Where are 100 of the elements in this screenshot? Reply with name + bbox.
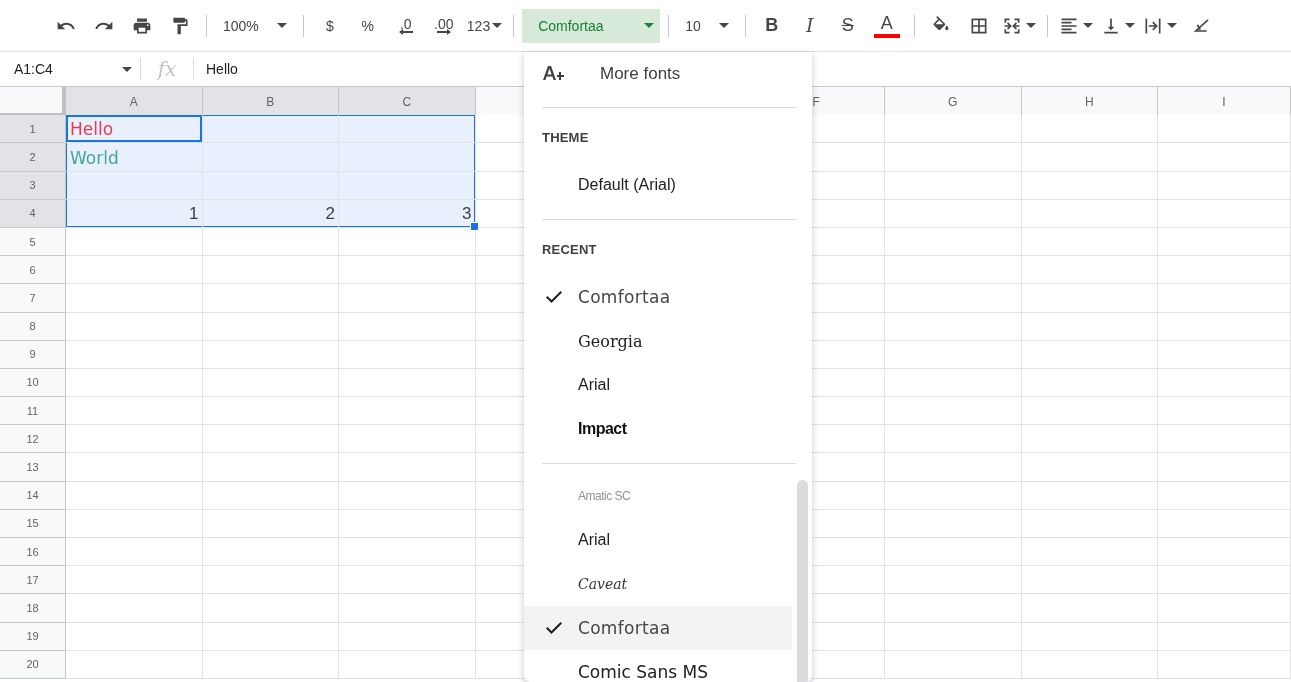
decrease-decimal-button[interactable]: .0 xyxy=(387,9,424,42)
grid-cell[interactable]: 3 xyxy=(339,199,476,228)
grid-cell[interactable] xyxy=(66,509,203,538)
grid-cell[interactable] xyxy=(1158,312,1291,341)
column-header[interactable]: B xyxy=(202,87,339,117)
grid-cell[interactable] xyxy=(1021,227,1158,257)
row-header[interactable]: 11 xyxy=(0,397,66,426)
grid-cell[interactable] xyxy=(1021,256,1158,285)
strikethrough-button[interactable]: S xyxy=(829,9,866,42)
grid-cell[interactable] xyxy=(339,594,476,623)
grid-cell[interactable] xyxy=(885,538,1022,567)
grid-cell[interactable] xyxy=(1021,284,1158,313)
row-header[interactable]: 19 xyxy=(0,622,66,651)
row-header[interactable]: 16 xyxy=(0,538,66,567)
column-header[interactable]: C xyxy=(339,87,476,117)
grid-cell[interactable] xyxy=(1158,425,1291,454)
grid-cell[interactable] xyxy=(885,312,1022,341)
column-header[interactable]: A xyxy=(66,87,203,117)
grid-cell[interactable] xyxy=(1158,368,1291,398)
row-header[interactable]: 14 xyxy=(0,481,66,510)
row-header[interactable]: 3 xyxy=(0,171,66,200)
grid-cell[interactable] xyxy=(1021,481,1158,510)
text-color-button[interactable]: A xyxy=(873,13,900,38)
grid-cell[interactable] xyxy=(1021,622,1158,651)
grid-cell[interactable] xyxy=(202,312,339,341)
grid-cell[interactable] xyxy=(66,425,203,454)
grid-cell[interactable] xyxy=(885,594,1022,623)
grid-cell[interactable] xyxy=(1021,594,1158,623)
grid-cell[interactable] xyxy=(885,256,1022,285)
grid-cell[interactable] xyxy=(885,115,1022,144)
grid-cell[interactable] xyxy=(66,650,203,679)
grid-cell[interactable] xyxy=(339,509,476,538)
name-box[interactable]: A1:C4 xyxy=(0,57,140,81)
grid-cell[interactable] xyxy=(1021,312,1158,341)
grid-cell[interactable] xyxy=(1158,171,1291,200)
grid-cell[interactable] xyxy=(202,227,339,257)
grid-cell[interactable] xyxy=(1021,538,1158,567)
row-header[interactable]: 9 xyxy=(0,340,66,369)
row-header[interactable]: 8 xyxy=(0,312,66,341)
grid-cell[interactable] xyxy=(202,509,339,538)
grid-cell[interactable] xyxy=(885,171,1022,200)
row-header[interactable]: 17 xyxy=(0,566,66,595)
format-button[interactable]: $ xyxy=(311,9,348,42)
grid-cell[interactable] xyxy=(1158,650,1291,679)
grid-cell[interactable] xyxy=(1021,397,1158,426)
row-header[interactable]: 6 xyxy=(0,256,66,285)
bold-button[interactable]: B xyxy=(753,9,790,42)
grid-cell[interactable] xyxy=(66,340,203,369)
row-header[interactable]: 18 xyxy=(0,594,66,623)
grid-cell[interactable] xyxy=(66,312,203,341)
grid-cell[interactable] xyxy=(66,397,203,426)
grid-cell[interactable] xyxy=(1158,227,1291,257)
grid-cell[interactable] xyxy=(202,622,339,651)
grid-cell[interactable] xyxy=(66,481,203,510)
grid-cell[interactable] xyxy=(885,340,1022,369)
row-header[interactable]: 15 xyxy=(0,509,66,538)
grid-cell[interactable] xyxy=(339,397,476,426)
grid-cell[interactable] xyxy=(1158,566,1291,595)
grid-cell[interactable] xyxy=(202,397,339,426)
grid-cell[interactable] xyxy=(1021,566,1158,595)
grid-cell[interactable] xyxy=(1158,143,1291,172)
grid-cell[interactable] xyxy=(66,538,203,567)
grid-cell[interactable] xyxy=(1021,425,1158,454)
grid-cell[interactable] xyxy=(66,256,203,285)
grid-cell[interactable] xyxy=(885,622,1022,651)
grid-cell[interactable] xyxy=(66,368,203,398)
grid-cell[interactable] xyxy=(339,481,476,510)
grid-cell[interactable] xyxy=(66,284,203,313)
grid-cell[interactable] xyxy=(202,453,339,482)
column-header[interactable]: I xyxy=(1158,87,1291,117)
grid-cell[interactable] xyxy=(339,368,476,398)
grid-cell[interactable] xyxy=(202,340,339,369)
row-header[interactable]: 2 xyxy=(0,143,66,172)
grid-cell[interactable] xyxy=(339,538,476,567)
row-header[interactable]: 20 xyxy=(0,650,66,679)
grid-cell[interactable]: 1 xyxy=(66,199,203,228)
row-header[interactable]: 4 xyxy=(0,199,66,228)
grid-cell[interactable] xyxy=(202,143,339,172)
grid-cell[interactable] xyxy=(1158,199,1291,228)
font-dropdown[interactable]: Comfortaa xyxy=(522,8,661,43)
grid-cell[interactable] xyxy=(66,171,203,200)
grid-cell[interactable] xyxy=(1158,397,1291,426)
increase-decimal-button[interactable]: .00 xyxy=(425,9,462,42)
grid-cell[interactable] xyxy=(1158,509,1291,538)
font-item[interactable]: Comfortaa xyxy=(524,275,792,319)
grid-cell[interactable] xyxy=(1021,199,1158,228)
font-item[interactable]: Comfortaa xyxy=(524,606,792,650)
grid-cell[interactable] xyxy=(885,509,1022,538)
grid-cell[interactable]: Hello xyxy=(66,115,203,144)
grid-cell[interactable] xyxy=(66,227,203,257)
column-header[interactable]: H xyxy=(1021,87,1158,117)
grid-cell[interactable] xyxy=(1021,650,1158,679)
font-size-dropdown[interactable]: 10 xyxy=(677,9,737,42)
grid-cell[interactable] xyxy=(885,397,1022,426)
grid-cell[interactable] xyxy=(1021,509,1158,538)
scrollbar[interactable] xyxy=(797,480,808,682)
grid-cell[interactable] xyxy=(202,481,339,510)
grid-cell[interactable] xyxy=(202,284,339,313)
grid-cell[interactable] xyxy=(1158,256,1291,285)
grid-cell[interactable] xyxy=(885,368,1022,398)
